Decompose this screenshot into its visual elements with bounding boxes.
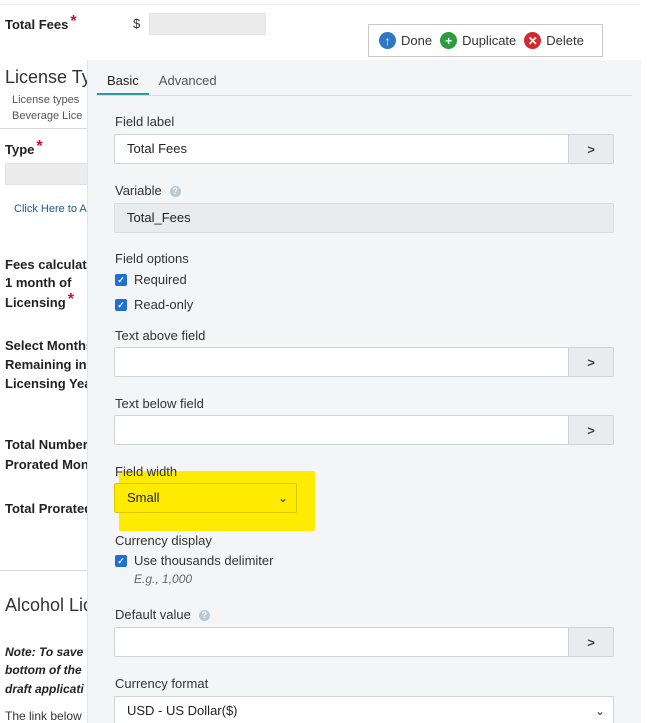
chevron-down-icon: ⌄ <box>594 704 605 718</box>
section-divider-2 <box>0 570 88 571</box>
total-number-1: Total Number <box>5 437 88 452</box>
default-value-input[interactable]: > <box>114 627 614 657</box>
delete-label: Delete <box>546 33 584 48</box>
variable-heading-text: Variable <box>115 183 162 198</box>
duplicate-label: Duplicate <box>462 33 517 48</box>
panel-tabs: Basic Advanced <box>97 69 227 95</box>
variable-input: Total_Fees <box>114 203 614 233</box>
required-marker: * <box>67 291 74 308</box>
default-value-heading: Default value? <box>115 607 210 622</box>
required-checkbox-label: Required <box>134 272 187 287</box>
field-label-value: Total Fees <box>127 141 187 156</box>
currency-display-heading: Currency display <box>115 533 212 548</box>
fees-calc-label-3: Licensing * <box>5 291 74 312</box>
total-fees-label: Total Fees * <box>5 13 77 34</box>
done-button[interactable]: ↑ Done <box>375 29 436 53</box>
currency-format-select[interactable]: USD - US Dollar($) ⌄ <box>114 696 614 723</box>
text-above-input[interactable]: > <box>114 347 614 377</box>
tab-basic[interactable]: Basic <box>97 69 149 95</box>
chevron-right-icon[interactable]: > <box>568 628 613 656</box>
fees-calc-label-2: 1 month of <box>5 275 72 290</box>
help-icon[interactable]: ? <box>169 186 181 197</box>
total-fees-input[interactable] <box>149 13 266 35</box>
select-months-3: Licensing Yea <box>5 376 92 391</box>
total-prorated: Total Prorated <box>5 501 93 516</box>
alcohol-heading: Alcohol Lic <box>5 595 93 615</box>
thousands-example: E.g., 1,000 <box>134 572 193 586</box>
duplicate-button[interactable]: + Duplicate <box>436 29 520 53</box>
field-width-heading: Field width <box>115 464 178 479</box>
default-value-heading-text: Default value <box>115 607 191 622</box>
required-marker: * <box>70 13 77 30</box>
type-label: Type * <box>5 138 43 159</box>
fees-calc-label-3-text: Licensing <box>5 295 66 310</box>
click-here-link[interactable]: Click Here to A <box>14 203 87 215</box>
done-icon: ↑ <box>379 32 396 49</box>
section-divider <box>0 128 88 129</box>
note-line-2: bottom of the <box>5 663 82 677</box>
currency-format-value: USD - US Dollar($) <box>127 703 238 718</box>
variable-heading: Variable? <box>115 183 181 198</box>
checkbox-checked-icon: ✓ <box>115 554 127 567</box>
currency-symbol: $ <box>133 16 141 31</box>
select-months-1: Select Months <box>5 338 94 353</box>
chevron-right-icon[interactable]: > <box>568 135 613 163</box>
thousands-delimiter-label: Use thousands delimiter <box>134 553 274 568</box>
done-label: Done <box>401 33 433 48</box>
required-checkbox[interactable]: ✓ Required <box>115 272 187 287</box>
close-icon: ✕ <box>524 32 542 49</box>
checkbox-checked-icon: ✓ <box>115 273 127 286</box>
total-fees-label-text: Total Fees <box>5 17 69 32</box>
thousands-delimiter-checkbox[interactable]: ✓ Use thousands delimiter <box>115 553 273 568</box>
field-label-input[interactable]: Total Fees > <box>114 134 614 164</box>
note-line-1: Note: To save <box>5 645 84 659</box>
type-select[interactable] <box>5 163 88 185</box>
text-below-input[interactable]: > <box>114 415 614 445</box>
field-options-heading: Field options <box>115 251 189 266</box>
license-types-note-1: License types <box>12 94 80 106</box>
read-only-checkbox[interactable]: ✓ Read-only <box>115 297 193 312</box>
license-types-heading: License Ty <box>5 67 91 87</box>
text-above-heading: Text above field <box>115 328 206 343</box>
select-months-2: Remaining in <box>5 357 87 372</box>
total-number-2: Prorated Mon <box>5 457 89 472</box>
type-label-text: Type <box>5 142 35 157</box>
required-marker: * <box>36 138 43 155</box>
currency-format-heading: Currency format <box>115 676 209 691</box>
variable-value: Total_Fees <box>127 210 191 225</box>
top-divider <box>0 4 640 5</box>
chevron-down-icon: ⌄ <box>277 491 288 505</box>
delete-button[interactable]: ✕ Delete <box>520 29 588 53</box>
form-builder-screen: Total Fees * $ License Ty License types B… <box>0 0 647 723</box>
read-only-checkbox-label: Read-only <box>134 297 194 312</box>
tab-advanced[interactable]: Advanced <box>149 69 227 95</box>
tab-divider <box>97 95 632 96</box>
field-toolbar: ↑ Done + Duplicate ✕ Delete <box>368 24 603 57</box>
plus-icon: + <box>440 32 458 49</box>
checkbox-checked-icon: ✓ <box>115 298 127 311</box>
chevron-right-icon[interactable]: > <box>568 416 613 444</box>
field-label-heading: Field label <box>115 114 175 129</box>
text-below-heading: Text below field <box>115 396 204 411</box>
note-line-3: draft applicati <box>5 682 84 696</box>
license-types-note-2: Beverage Lice <box>12 110 83 122</box>
field-width-value: Small <box>127 490 160 505</box>
field-width-select[interactable]: Small ⌄ <box>114 483 297 513</box>
chevron-right-icon[interactable]: > <box>568 348 613 376</box>
fees-calc-label-1: Fees calculate <box>5 257 94 272</box>
help-icon[interactable]: ? <box>198 610 210 621</box>
link-below-text: The link below <box>5 709 82 723</box>
